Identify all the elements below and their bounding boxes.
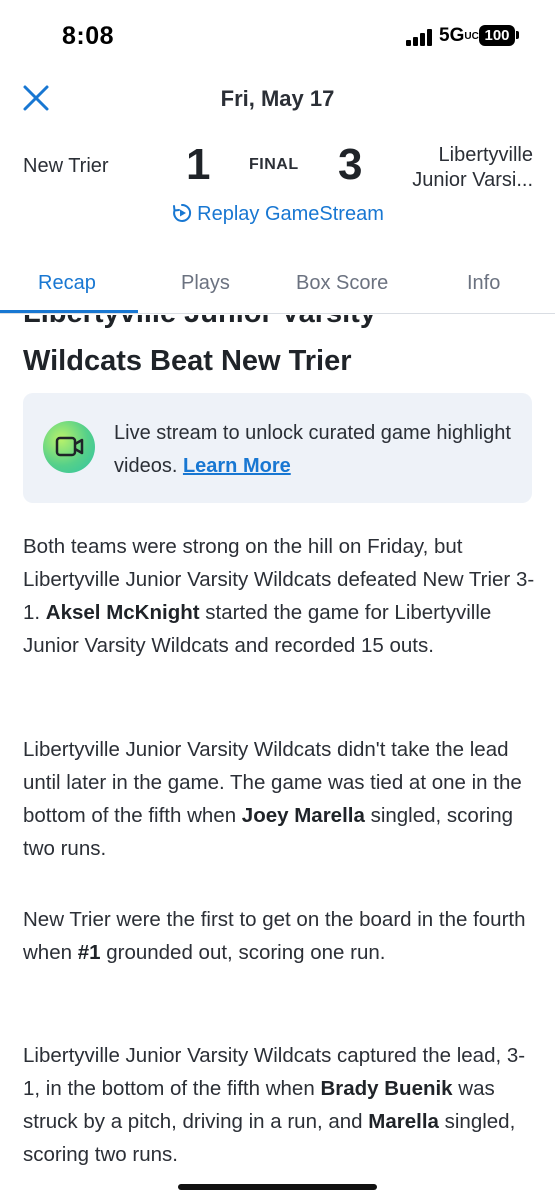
battery-level: 100 [484,27,510,44]
headline-line2: Wildcats Beat New Trier [23,345,352,377]
network-suffix: UC [464,31,479,42]
recap-paragraph: Libertyville Junior Varsity Wildcats did… [23,733,535,865]
replay-label: Replay GameStream [197,203,384,225]
text-span: grounded out, scoring one run. [100,941,386,964]
battery-icon: 100 [479,25,515,46]
game-status: FINAL [249,156,299,173]
home-indicator[interactable] [178,1184,377,1190]
home-team-score: 1 [186,140,211,189]
away-team-line1: Libertyville [438,144,533,166]
replay-gamestream-button[interactable]: Replay GameStream [0,202,555,226]
player-name: Aksel McKnight [45,601,200,624]
promo-message: Live stream to unlock curated game highl… [114,422,511,477]
replay-icon [173,203,192,222]
home-team-name: New Trier [23,155,109,177]
recap-paragraph: Libertyville Junior Varsity Wildcats cap… [23,1039,535,1171]
tab-info[interactable]: Info [467,272,500,295]
tab-plays[interactable]: Plays [181,272,230,295]
recap-paragraph: New Trier were the first to get on the b… [23,903,535,969]
tab-box-score[interactable]: Box Score [296,272,388,295]
video-camera-icon [43,421,95,473]
status-time: 8:08 [62,22,115,50]
player-name: Brady Buenik [320,1077,453,1100]
promo-text: Live stream to unlock curated game highl… [114,417,514,483]
tab-divider [0,313,555,314]
status-bar: 8:08 5GUC 100 [0,0,555,66]
away-team-line2: Junior Varsi... [412,169,533,191]
recap-paragraph: Both teams were strong on the hill on Fr… [23,530,535,662]
away-team-score: 3 [338,140,363,189]
network-label: 5GUC [439,25,479,47]
recap-content[interactable]: Libertyville Junior Varsity Wildcats Bea… [0,315,555,1200]
player-name: #1 [77,941,101,964]
headline-line1: Libertyville Junior Varsity [23,315,533,337]
tab-bar: Recap Plays Box Score Info [0,262,555,314]
player-name: Joey Marella [241,804,365,827]
signal-icon [406,28,434,46]
tab-recap[interactable]: Recap [38,272,96,295]
recap-headline: Libertyville Junior Varsity Wildcats Bea… [23,315,533,385]
livestream-promo-card: Live stream to unlock curated game highl… [23,393,532,503]
away-team-name: Libertyville Junior Varsi... [412,143,533,193]
network-type: 5G [439,25,465,46]
battery-tip [516,31,519,39]
game-date: Fri, May 17 [220,86,335,111]
learn-more-link[interactable]: Learn More [183,455,291,477]
player-name: Marella [368,1110,439,1133]
